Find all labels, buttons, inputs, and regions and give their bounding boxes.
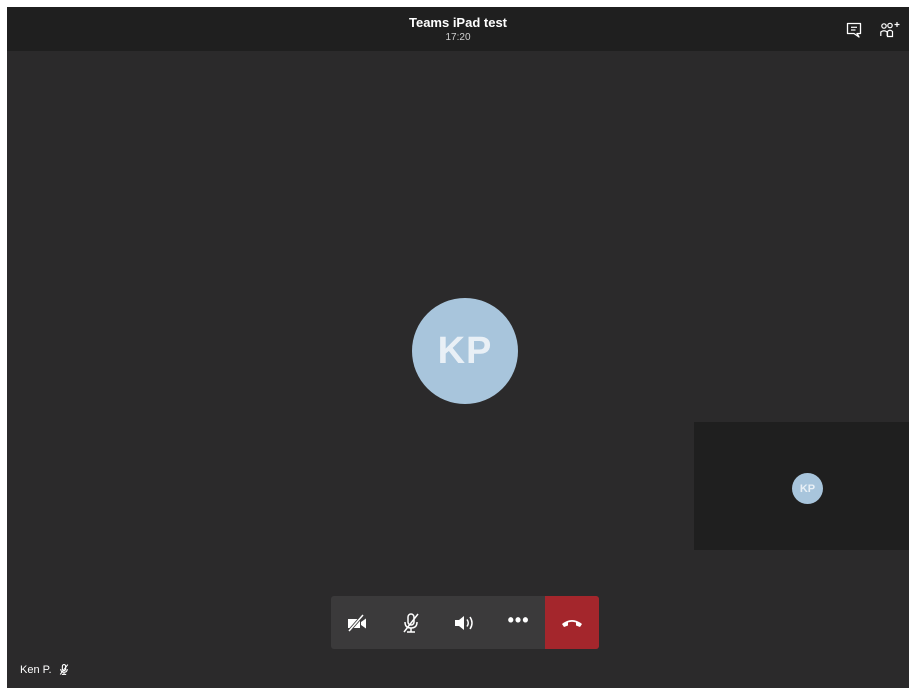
speaker-icon [454,615,473,630]
self-view[interactable]: KP [694,422,909,550]
video-off-icon [347,613,366,632]
people-add-icon [880,22,900,38]
call-screen: Teams iPad test 17:20 KP KP ••• Ken P. [7,7,909,688]
hang-up-button[interactable] [545,596,599,649]
camera-toggle-button[interactable] [331,596,385,649]
hang-up-icon [562,619,583,627]
participant-name: Ken P. [20,663,52,676]
more-options-button[interactable]: ••• [492,596,546,649]
top-bar: Teams iPad test 17:20 [7,7,909,51]
chat-button[interactable] [843,19,865,41]
participant-avatar: KP [412,298,518,404]
title-block: Teams iPad test 17:20 [7,15,909,44]
mic-off-icon [59,664,68,675]
add-participants-button[interactable] [879,19,901,41]
microphone-toggle-button[interactable] [385,596,439,649]
speaker-button[interactable] [438,596,492,649]
top-icons [843,19,901,41]
mic-off-icon [403,612,419,633]
call-control-bar: ••• [331,596,599,649]
participant-name-tag: Ken P. [20,663,70,676]
self-avatar: KP [792,473,823,504]
chat-icon [846,22,862,38]
meeting-time: 17:20 [445,32,471,43]
more-icon: ••• [507,609,530,630]
meeting-title: Teams iPad test [408,15,508,30]
